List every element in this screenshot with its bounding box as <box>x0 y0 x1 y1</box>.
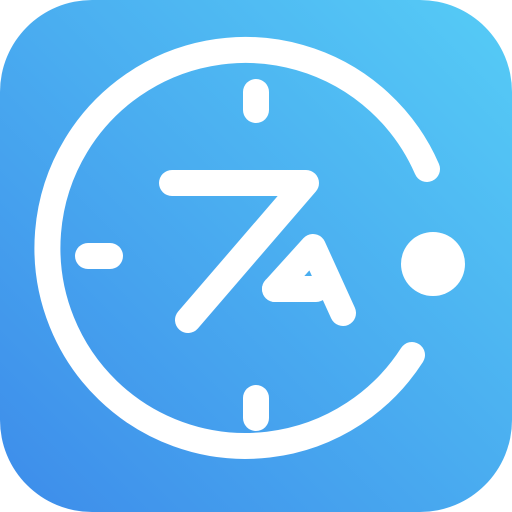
clock-dot <box>401 232 465 296</box>
app-icon <box>0 0 512 512</box>
clock-translate-icon <box>0 0 512 512</box>
